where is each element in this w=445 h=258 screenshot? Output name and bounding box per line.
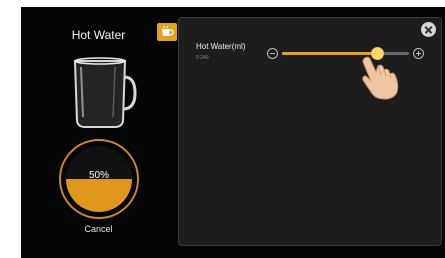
glass-mug-icon xyxy=(73,57,137,128)
product-title: Hot Water xyxy=(71,28,126,42)
plus-icon[interactable] xyxy=(413,48,424,59)
dialog-title: Hot Water(ml) xyxy=(196,42,246,51)
cup-icon xyxy=(162,25,174,36)
coffee-machine-screen: Hot Water 50% Cancel Hot Water(ml) 0 240 xyxy=(21,7,445,258)
cancel-button[interactable]: Cancel xyxy=(21,224,176,234)
volume-dialog: Hot Water(ml) 0 240 xyxy=(178,17,442,246)
touch-hand-icon xyxy=(362,56,399,100)
hot-water-tab[interactable] xyxy=(157,23,177,41)
volume-range-label: 0 240 xyxy=(196,55,209,61)
progress-indicator: 50% xyxy=(59,139,139,219)
minus-icon[interactable] xyxy=(267,48,278,59)
progress-liquid-fill xyxy=(66,179,132,212)
brewing-panel: Hot Water 50% Cancel xyxy=(21,7,176,258)
progress-bowl: 50% xyxy=(66,146,132,212)
progress-percent: 50% xyxy=(88,170,109,181)
close-icon[interactable] xyxy=(421,22,436,37)
